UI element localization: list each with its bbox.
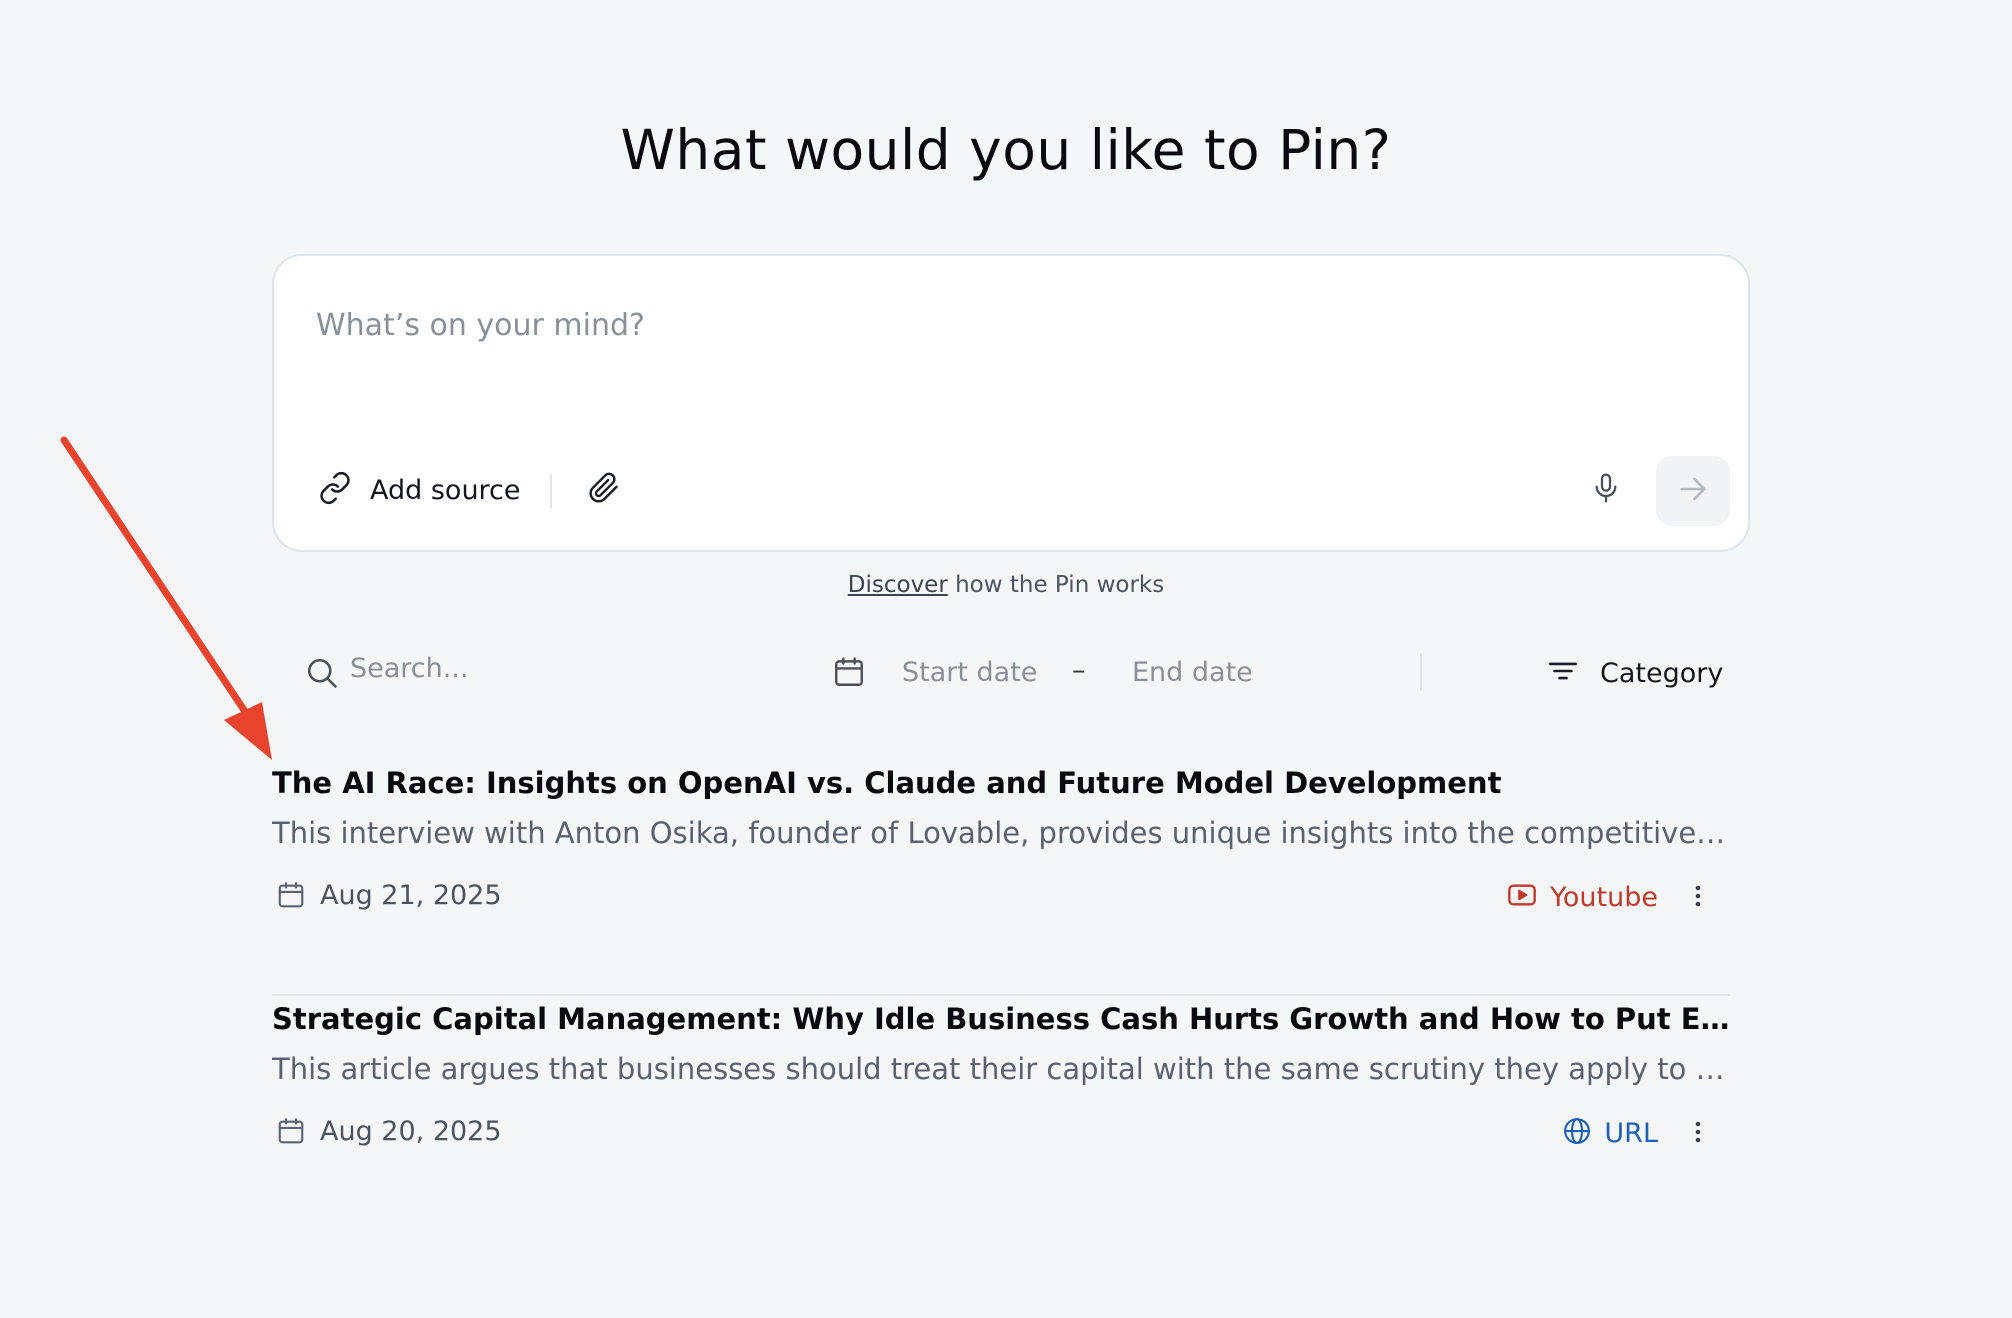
item-source-badge[interactable]: URL (1562, 1114, 1658, 1152)
filter-bar: Start date – End date Category (272, 645, 1750, 701)
date-range-separator: – (1072, 655, 1086, 686)
item-description: This article argues that businesses shou… (272, 1052, 1730, 1086)
item-source-label: URL (1604, 1117, 1658, 1149)
category-label: Category (1600, 657, 1724, 689)
attach-file-button[interactable] (584, 470, 624, 510)
microphone-button[interactable] (1584, 468, 1628, 512)
arrow-right-icon (1676, 472, 1710, 510)
filter-lines-icon (1546, 654, 1580, 692)
item-date: Aug 20, 2025 (320, 1116, 502, 1147)
discover-text: how the Pin works (947, 572, 1165, 598)
youtube-icon (1506, 879, 1538, 915)
composer-divider (550, 474, 552, 508)
link-icon (318, 471, 352, 509)
start-date-input[interactable]: Start date (902, 657, 1037, 688)
item-source-badge[interactable]: Youtube (1506, 878, 1658, 916)
filter-divider (1420, 653, 1422, 691)
item-title[interactable]: Strategic Capital Management: Why Idle B… (272, 1002, 1730, 1036)
add-source-label: Add source (370, 474, 521, 506)
page-title: What would you like to Pin? (620, 118, 1392, 182)
calendar-icon (276, 880, 306, 914)
calendar-icon (276, 1116, 306, 1150)
pin-composer: Add source (272, 254, 1750, 552)
search-input[interactable] (350, 653, 770, 684)
item-more-button[interactable] (1678, 878, 1718, 918)
category-filter-button[interactable]: Category (1546, 653, 1723, 693)
end-date-input[interactable]: End date (1132, 657, 1253, 688)
item-description: This interview with Anton Osika, founder… (272, 816, 1730, 850)
composer-input[interactable] (316, 308, 1616, 343)
globe-icon (1562, 1116, 1592, 1150)
microphone-icon (1590, 471, 1622, 509)
search-icon (304, 655, 340, 695)
more-vertical-icon (1694, 884, 1702, 912)
paperclip-icon (588, 472, 620, 508)
discover-hint: Discover how the Pin works (0, 572, 2012, 598)
list-item[interactable]: The AI Race: Insights on OpenAI vs. Clau… (272, 760, 1730, 994)
more-vertical-icon (1694, 1120, 1702, 1148)
add-source-button[interactable]: Add source (318, 470, 521, 510)
item-more-button[interactable] (1678, 1114, 1718, 1154)
item-title[interactable]: The AI Race: Insights on OpenAI vs. Clau… (272, 766, 1730, 800)
list-item[interactable]: Strategic Capital Management: Why Idle B… (272, 994, 1730, 1230)
calendar-icon (832, 655, 866, 693)
item-source-label: Youtube (1550, 881, 1658, 913)
item-date: Aug 21, 2025 (320, 880, 502, 911)
send-button[interactable] (1656, 456, 1730, 526)
discover-link[interactable]: Discover (848, 572, 948, 598)
pin-list: The AI Race: Insights on OpenAI vs. Clau… (272, 760, 1730, 1230)
